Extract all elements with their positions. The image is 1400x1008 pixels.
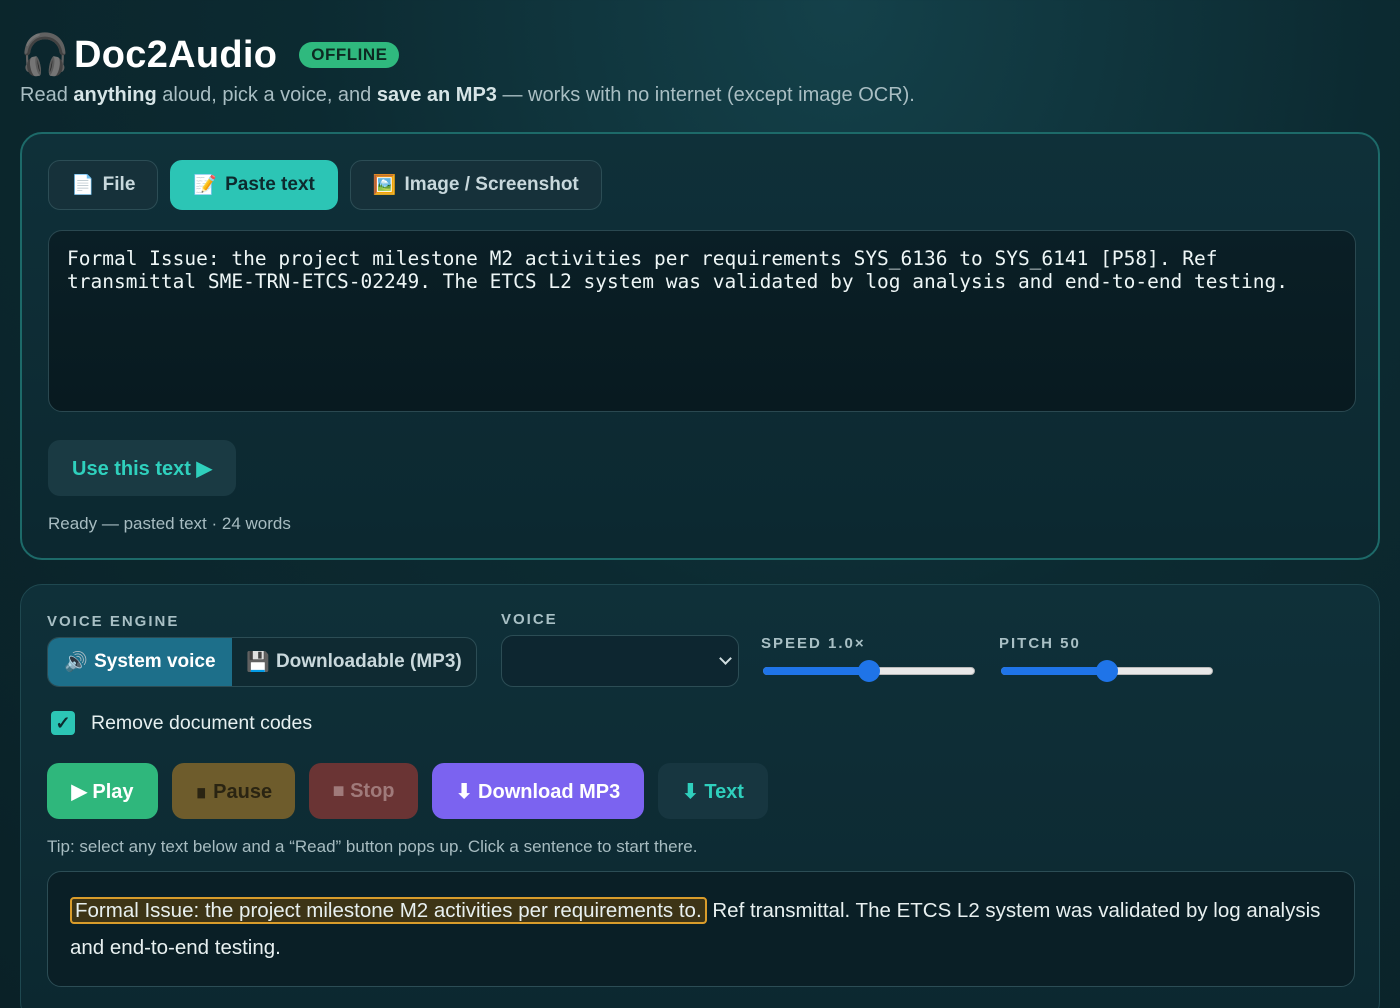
tab-file[interactable]: 📄 File (48, 160, 159, 210)
download-mp3-button[interactable]: ⬇ Download MP3 (432, 763, 644, 819)
pitch-slider[interactable] (1001, 660, 1213, 682)
status-text: Ready — pasted text · 24 words (48, 514, 291, 533)
tab-label: Paste text (225, 174, 315, 195)
reader-panel: Formal Issue: the project milestone M2 a… (47, 871, 1355, 987)
play-button[interactable]: ▶ Play (47, 763, 158, 819)
use-text-button[interactable]: Use this text ▶ (48, 440, 236, 496)
voice-select[interactable] (501, 635, 739, 687)
speed-slider[interactable] (763, 660, 975, 682)
paste-text-area[interactable]: Formal Issue: the project milestone M2 a… (48, 230, 1356, 412)
floppy-disk-icon: 💾 (246, 652, 270, 673)
voice-label: VOICE (501, 611, 558, 628)
tab-paste-text[interactable]: 📝 Paste text (170, 160, 338, 210)
slider-thumb[interactable] (1096, 660, 1118, 682)
picture-icon: 🖼️ (372, 175, 397, 196)
source-tabs: 📄 File 📝 Paste text 🖼️ Image / Screensho… (48, 160, 614, 210)
playback-controls: ▶ Play ∎ Pause ■ Stop ⬇ Download MP3 ⬇ T… (47, 763, 782, 819)
memo-icon: 📝 (193, 175, 218, 196)
speaker-icon: 🔊 (64, 652, 89, 673)
stop-button[interactable]: ■ Stop (309, 763, 418, 819)
app-header: 🎧 Doc2Audio OFFLINE (20, 32, 400, 78)
chevron-down-icon (719, 652, 732, 665)
tab-label: File (102, 174, 136, 195)
tab-label: Image / Screenshot (404, 174, 579, 195)
remove-codes-checkbox[interactable]: ✓ (51, 711, 75, 735)
checkmark-icon: ✓ (55, 712, 71, 733)
sentence[interactable]: Formal Issue: the project milestone M2 a… (70, 897, 707, 924)
offline-status-badge: OFFLINE (299, 42, 400, 68)
tab-image-screenshot[interactable]: 🖼️ Image / Screenshot (349, 160, 602, 210)
slider-fill (1001, 667, 1107, 675)
slider-fill (763, 667, 869, 675)
slider-thumb[interactable] (858, 660, 880, 682)
voice-engine-toggle: 🔊 System voice 💾 Downloadable (MP3) (47, 637, 477, 687)
input-card: 📄 File 📝 Paste text 🖼️ Image / Screensho… (20, 132, 1380, 560)
speed-label: SPEED 1.0× (761, 635, 866, 652)
app-subtitle: Read anything aloud, pick a voice, and s… (20, 84, 915, 106)
voice-card: VOICE ENGINE 🔊 System voice 💾 Downloadab… (20, 584, 1380, 1008)
pitch-label: PITCH 50 (999, 635, 1081, 652)
document-icon: 📄 (71, 175, 95, 196)
download-text-button[interactable]: ⬇ Text (658, 763, 768, 819)
headphones-icon: 🎧 (20, 33, 70, 77)
option-label: Downloadable (MP3) (275, 651, 462, 672)
pause-button[interactable]: ∎ Pause (172, 763, 295, 819)
sentence[interactable]: Ref transmittal. (712, 899, 850, 922)
app-title: Doc2Audio (74, 33, 278, 76)
voice-engine-label: VOICE ENGINE (47, 613, 180, 630)
downloadable-mp3-option[interactable]: 💾 Downloadable (MP3) (232, 638, 476, 686)
system-voice-option[interactable]: 🔊 System voice (48, 638, 232, 686)
remove-codes-row: ✓ Remove document codes (51, 711, 312, 735)
tip-text: Tip: select any text below and a “Read” … (47, 837, 698, 856)
remove-codes-label[interactable]: Remove document codes (91, 712, 312, 735)
option-label: System voice (94, 651, 216, 672)
